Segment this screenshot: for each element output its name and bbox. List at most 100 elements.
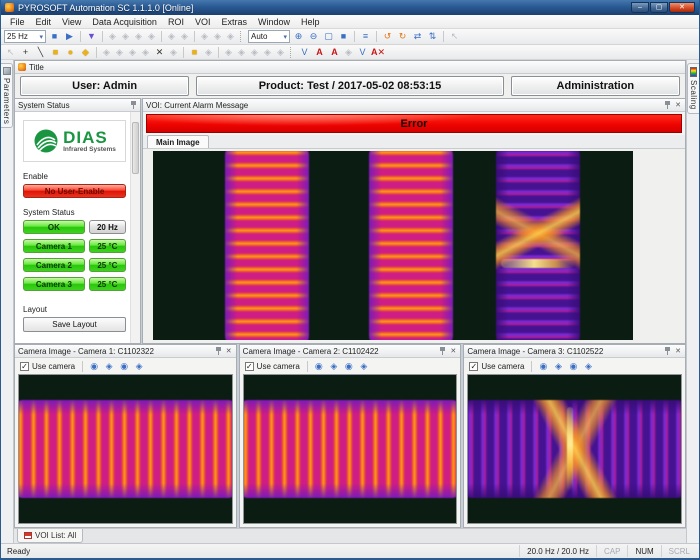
- draw-polygon-icon[interactable]: ◆: [79, 46, 92, 59]
- voi-table-icon[interactable]: ◈: [343, 46, 354, 59]
- alarm-delete-icon[interactable]: A✕: [371, 46, 384, 59]
- camera-nuc-icon[interactable]: ◉: [313, 361, 325, 372]
- camera1-header[interactable]: Camera Image - Camera 1: C1102322 ✕: [15, 345, 236, 358]
- camera3-temperature[interactable]: 25 °C: [89, 277, 126, 291]
- play-icon[interactable]: ▶: [63, 30, 76, 43]
- draw-line-icon[interactable]: ╲: [34, 46, 47, 59]
- menu-item-edit[interactable]: Edit: [31, 17, 57, 27]
- camera3-thermal-image[interactable]: [467, 374, 682, 524]
- close-icon[interactable]: ✕: [674, 101, 682, 109]
- roi-paste-icon[interactable]: ■: [188, 46, 201, 59]
- draw-rectangle-icon[interactable]: ■: [49, 46, 62, 59]
- camera-nuc-icon[interactable]: ◉: [343, 361, 355, 372]
- tab-main-image[interactable]: Main Image: [147, 135, 209, 148]
- voi-panel-header[interactable]: VOI: Current Alarm Message ✕: [143, 99, 685, 112]
- roi-cut-icon[interactable]: ◈: [114, 46, 125, 59]
- select-icon[interactable]: ↖: [4, 46, 17, 59]
- record-icon-2[interactable]: ◈: [120, 30, 131, 43]
- user-button[interactable]: User: Admin: [20, 76, 189, 96]
- camera1-status-indicator[interactable]: Camera 1: [23, 239, 85, 253]
- camera-focus-icon[interactable]: ◈: [582, 361, 594, 372]
- voi-edit-icon[interactable]: V: [356, 46, 369, 59]
- record-icon-1[interactable]: ◈: [107, 30, 118, 43]
- tab-scaling[interactable]: Scaling: [687, 63, 699, 114]
- roi-export-icon[interactable]: ◈: [203, 46, 214, 59]
- menu-item-help[interactable]: Help: [296, 17, 325, 27]
- camera-nuc-icon[interactable]: ◉: [118, 361, 130, 372]
- system-status-scrollbar[interactable]: [130, 112, 140, 343]
- snapshot-icon-2[interactable]: ◈: [179, 30, 190, 43]
- tab-voi-list[interactable]: VOI List: All: [17, 529, 83, 543]
- pin-icon[interactable]: [130, 101, 137, 109]
- fit-window-icon[interactable]: ▢: [322, 30, 335, 43]
- camera2-header[interactable]: Camera Image - Camera 2: C1102422 ✕: [240, 345, 461, 358]
- menu-item-extras[interactable]: Extras: [216, 17, 252, 27]
- frequency-indicator[interactable]: 20 Hz: [89, 220, 126, 234]
- zoom-out-icon[interactable]: ⊖: [307, 30, 320, 43]
- camera-nuc-icon[interactable]: ◉: [88, 361, 100, 372]
- roi-move-icon[interactable]: ◈: [140, 46, 151, 59]
- voi-add-icon[interactable]: V: [298, 46, 311, 59]
- camera2-thermal-image[interactable]: [243, 374, 458, 524]
- pin-icon[interactable]: [664, 101, 671, 109]
- filter-icon[interactable]: ▼: [85, 30, 98, 43]
- use-camera2-checkbox[interactable]: ✓: [245, 362, 254, 371]
- frequency-combobox[interactable]: 25 Hz▾: [4, 30, 46, 43]
- pin-icon[interactable]: [664, 347, 671, 355]
- camera1-temperature[interactable]: 25 °C: [89, 239, 126, 253]
- camera2-status-indicator[interactable]: Camera 2: [23, 258, 85, 272]
- close-icon[interactable]: ✕: [225, 347, 233, 355]
- list-view-icon[interactable]: ≡: [359, 30, 372, 43]
- rotate-right-icon[interactable]: ↻: [396, 30, 409, 43]
- flip-horizontal-icon[interactable]: ⇄: [411, 30, 424, 43]
- roi-delete-icon[interactable]: ✕: [153, 46, 166, 59]
- align-icon-4[interactable]: ◈: [262, 46, 273, 59]
- enable-status-button[interactable]: No User-Enable: [23, 184, 126, 198]
- alarm-config-icon-1[interactable]: A: [313, 46, 326, 59]
- close-button[interactable]: ✕: [669, 2, 695, 13]
- use-camera3-checkbox[interactable]: ✓: [469, 362, 478, 371]
- sequence-icon-1[interactable]: ◈: [199, 30, 210, 43]
- roi-lock-icon[interactable]: ◈: [168, 46, 179, 59]
- pointer-mode-icon[interactable]: ↖: [448, 30, 461, 43]
- menu-item-voi[interactable]: VOI: [190, 17, 216, 27]
- align-icon-1[interactable]: ◈: [223, 46, 234, 59]
- menu-item-data-acquisition[interactable]: Data Acquisition: [87, 17, 162, 27]
- save-layout-button[interactable]: Save Layout: [23, 317, 126, 332]
- camera3-header[interactable]: Camera Image - Camera 3: C1102522 ✕: [464, 345, 685, 358]
- minimize-button[interactable]: –: [631, 2, 649, 13]
- use-camera1-checkbox[interactable]: ✓: [20, 362, 29, 371]
- add-point-icon[interactable]: +: [19, 46, 32, 59]
- menu-item-window[interactable]: Window: [253, 17, 295, 27]
- stop-icon[interactable]: ■: [48, 30, 61, 43]
- scrollbar-thumb[interactable]: [132, 122, 139, 174]
- maximize-button[interactable]: ▢: [650, 2, 668, 13]
- image-view-icon[interactable]: ■: [337, 30, 350, 43]
- rotate-left-icon[interactable]: ↺: [381, 30, 394, 43]
- system-ok-indicator[interactable]: OK: [23, 220, 85, 234]
- record-icon-4[interactable]: ◈: [146, 30, 157, 43]
- camera-focus-icon[interactable]: ◈: [133, 361, 145, 372]
- camera-focus-icon[interactable]: ◈: [552, 361, 564, 372]
- menu-item-roi[interactable]: ROI: [163, 17, 189, 27]
- zoom-in-icon[interactable]: ⊕: [292, 30, 305, 43]
- window-titlebar[interactable]: PYROSOFT Automation SC 1.1.1.0 [Online] …: [1, 0, 699, 15]
- menu-item-view[interactable]: View: [57, 17, 86, 27]
- align-icon-5[interactable]: ◈: [275, 46, 286, 59]
- main-thermal-image[interactable]: [153, 151, 633, 340]
- camera1-thermal-image[interactable]: [18, 374, 233, 524]
- pin-icon[interactable]: [439, 347, 446, 355]
- pin-icon[interactable]: [215, 347, 222, 355]
- camera3-status-indicator[interactable]: Camera 3: [23, 277, 85, 291]
- product-button[interactable]: Product: Test / 2017-05-02 08:53:15: [196, 76, 503, 96]
- sequence-icon-3[interactable]: ◈: [225, 30, 236, 43]
- snapshot-icon-1[interactable]: ◈: [166, 30, 177, 43]
- tab-parameters[interactable]: Parameters: [1, 63, 13, 128]
- align-icon-3[interactable]: ◈: [249, 46, 260, 59]
- draw-ellipse-icon[interactable]: ●: [64, 46, 77, 59]
- camera-focus-icon[interactable]: ◈: [328, 361, 340, 372]
- close-icon[interactable]: ✕: [674, 347, 682, 355]
- align-icon-2[interactable]: ◈: [236, 46, 247, 59]
- scale-combobox[interactable]: Auto▾: [248, 30, 290, 43]
- camera-nuc-icon[interactable]: ◉: [567, 361, 579, 372]
